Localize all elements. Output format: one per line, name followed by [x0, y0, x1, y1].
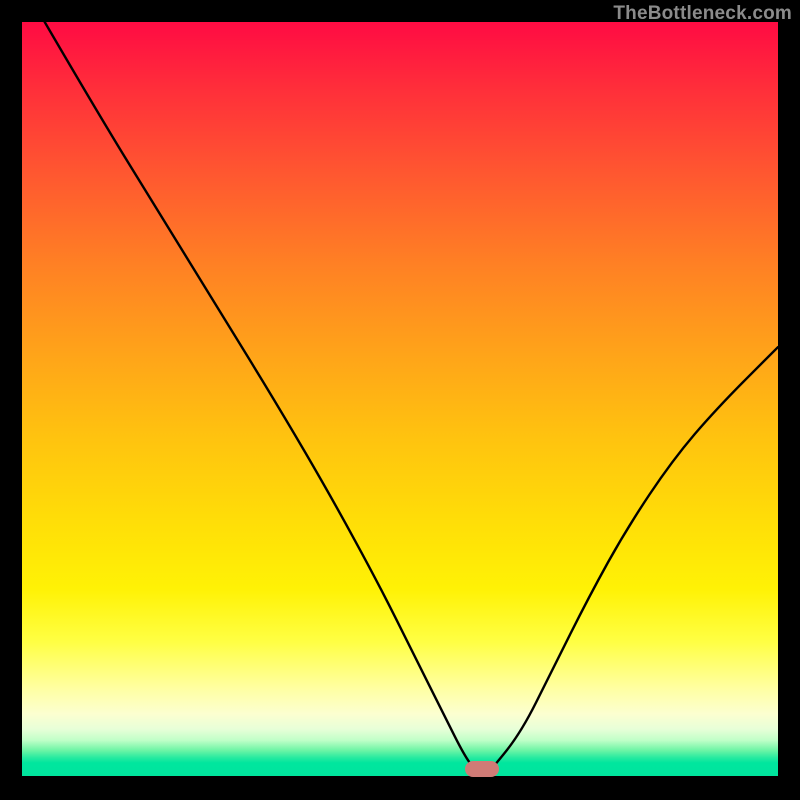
bottleneck-curve	[22, 22, 778, 778]
baseline	[22, 776, 778, 778]
optimal-marker	[465, 761, 499, 777]
plot-area	[22, 22, 778, 778]
chart-frame: TheBottleneck.com	[0, 0, 800, 800]
